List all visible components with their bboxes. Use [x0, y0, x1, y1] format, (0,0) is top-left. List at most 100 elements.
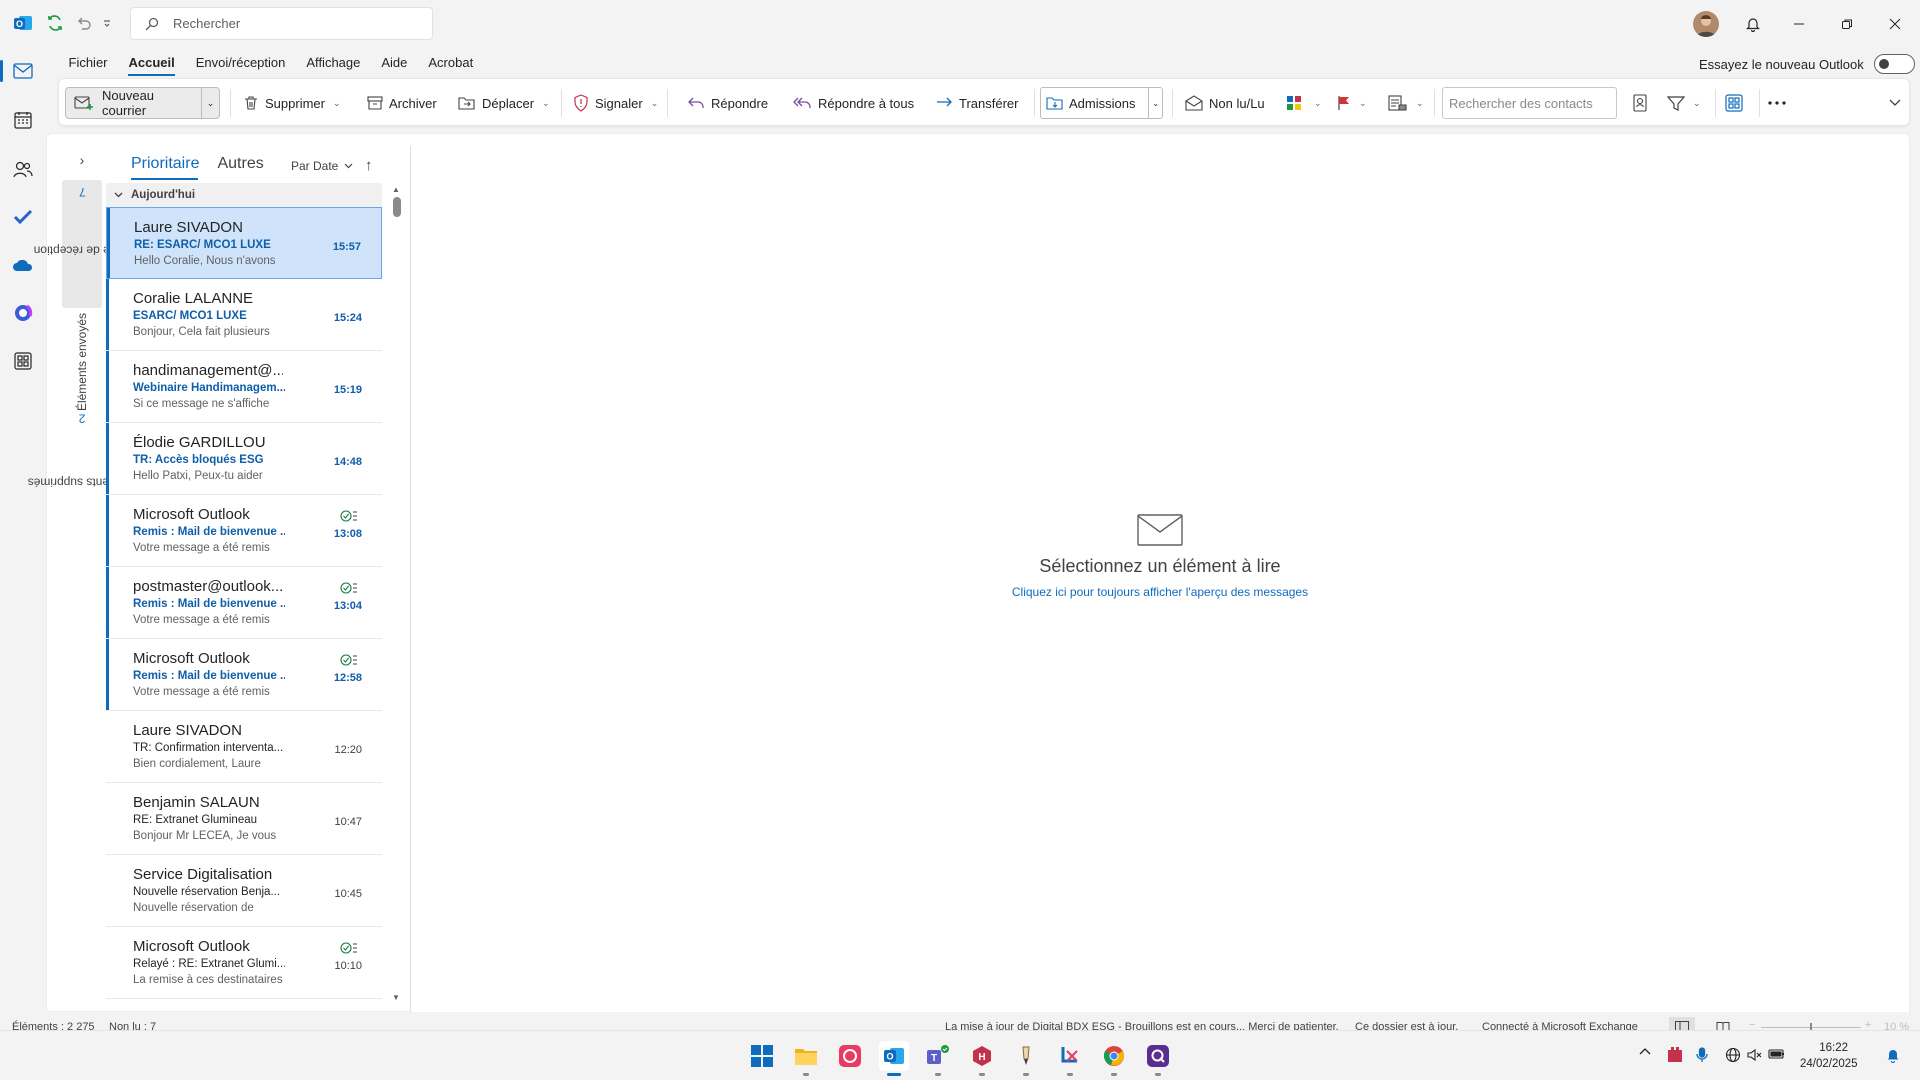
show-hidden-icons[interactable] — [1639, 1047, 1651, 1055]
menu-acrobat[interactable]: Acrobat — [418, 48, 484, 78]
message-sender: Laure SIVADON — [133, 722, 242, 739]
calendar-icon[interactable] — [11, 108, 35, 132]
archive-button[interactable]: Archiver — [367, 87, 437, 119]
close-button[interactable] — [1881, 10, 1909, 38]
chrome-icon[interactable] — [1099, 1041, 1129, 1076]
group-header-today[interactable]: Aujourd'hui — [106, 183, 382, 207]
file-explorer-icon[interactable] — [791, 1041, 821, 1076]
filter-icon — [1667, 95, 1685, 111]
copilot-icon[interactable] — [11, 301, 35, 325]
message-item[interactable]: Microsoft Outlook Remis : Mail de bienven… — [106, 495, 382, 567]
app-q-icon[interactable] — [1143, 1041, 1173, 1076]
menu-fichier[interactable]: Fichier — [58, 48, 118, 78]
sync-icon[interactable] — [43, 11, 67, 35]
teams-icon[interactable]: T — [923, 1041, 953, 1076]
rules-button[interactable]: ⌄ — [1388, 87, 1424, 119]
battery-icon[interactable] — [1768, 1047, 1786, 1061]
folder-sent[interactable]: Éléments envoyés — [62, 312, 102, 412]
hub-app-icon[interactable]: H — [967, 1041, 997, 1076]
report-button[interactable]: Signaler ⌄ — [573, 87, 658, 119]
menu-aide[interactable]: Aide — [371, 48, 418, 78]
flag-button[interactable]: ⌄ — [1337, 87, 1367, 119]
people-icon[interactable] — [11, 157, 35, 181]
message-item[interactable]: Service Digitalisation Nouvelle réservati… — [106, 855, 382, 927]
menu-accueil[interactable]: Accueil — [118, 48, 185, 78]
collapse-ribbon-button[interactable] — [1889, 87, 1901, 119]
contact-search-input[interactable] — [1442, 87, 1617, 119]
reply-button[interactable]: Répondre — [687, 87, 768, 119]
scroll-up-icon[interactable]: ▲ — [392, 185, 400, 194]
message-item[interactable]: Microsoft Outlook Remis : Mail de bienven… — [106, 639, 382, 711]
bell-icon[interactable] — [1739, 10, 1767, 38]
delivery-receipt-icon — [340, 581, 358, 595]
folder-deleted[interactable]: Éléments supprimés 2 — [28, 411, 137, 536]
snipping-tool-icon[interactable] — [1055, 1041, 1085, 1076]
scrollbar-thumb[interactable] — [393, 197, 401, 217]
try-new-outlook-toggle[interactable] — [1873, 54, 1915, 74]
message-item[interactable]: handimanagement@... Webinaire Handimanage… — [106, 351, 382, 423]
trash-icon — [243, 95, 259, 111]
scroll-down-icon[interactable]: ▼ — [392, 993, 400, 1002]
unread-read-button[interactable]: Non lu/Lu — [1185, 87, 1265, 119]
always-show-preview-link[interactable]: Cliquez ici pour toujours afficher l'ape… — [411, 585, 1909, 599]
message-item[interactable]: Benjamin SALAUN RE: Extranet Glumineau Bon… — [106, 783, 382, 855]
new-mail-dropdown[interactable]: ⌄ — [201, 88, 219, 118]
divider — [230, 89, 231, 117]
address-book-button[interactable] — [1632, 87, 1648, 119]
apps-icon[interactable] — [11, 349, 35, 373]
quick-access-dropdown-icon[interactable] — [100, 11, 114, 35]
minimize-button[interactable] — [1785, 10, 1813, 38]
apps-button[interactable] — [1725, 87, 1743, 119]
message-item[interactable]: Laure SIVADON TR: Confirmation interventa… — [106, 711, 382, 783]
app-tray-icon[interactable] — [1667, 1047, 1683, 1063]
undo-icon[interactable] — [72, 11, 96, 35]
message-item[interactable]: postmaster@outlook... Remis : Mail de bie… — [106, 567, 382, 639]
move-button[interactable]: Déplacer ⌄ — [458, 87, 550, 119]
windows-start-icon[interactable] — [747, 1041, 777, 1071]
quick-steps-selector[interactable]: Admissions ⌄ — [1040, 87, 1163, 119]
message-sender: Coralie LALANNE — [133, 290, 254, 307]
message-item[interactable]: Laure SIVADON RE: ESARC/ MCO1 LUXE Hello C… — [106, 207, 382, 279]
categorize-button[interactable]: ⌄ — [1286, 87, 1322, 119]
reply-all-icon — [792, 95, 812, 111]
more-options-button[interactable] — [1767, 87, 1787, 119]
message-item[interactable]: Microsoft Outlook Relayé : RE: Extranet G… — [106, 927, 382, 999]
restore-button[interactable] — [1833, 10, 1861, 38]
pen-tool-icon[interactable] — [1011, 1041, 1041, 1076]
clock[interactable]: 16:22 24/02/2025 — [1800, 1040, 1858, 1072]
new-mail-main[interactable]: Nouveau courrier — [66, 88, 201, 118]
microphone-icon[interactable] — [1696, 1047, 1708, 1063]
categorize-icon — [1286, 95, 1306, 111]
delivery-receipt-icon — [340, 653, 358, 667]
onedrive-icon[interactable] — [11, 253, 35, 277]
more-icon — [1767, 100, 1787, 106]
notification-bell-icon[interactable] — [1886, 1047, 1900, 1063]
network-icon[interactable] — [1725, 1047, 1741, 1063]
search-box[interactable]: Rechercher — [130, 7, 433, 40]
outlook-taskbar-icon[interactable]: O — [879, 1041, 909, 1076]
filter-button[interactable]: ⌄ — [1667, 87, 1701, 119]
todo-icon[interactable] — [11, 205, 35, 229]
mail-icon[interactable] — [11, 59, 35, 83]
quick-steps-dropdown[interactable]: ⌄ — [1148, 88, 1162, 118]
new-mail-button[interactable]: Nouveau courrier ⌄ — [65, 87, 220, 119]
menu-affichage[interactable]: Affichage — [296, 48, 371, 78]
sort-selector[interactable]: Par Date — [291, 159, 353, 173]
message-list-scrollbar[interactable]: ▲ ▼ — [391, 183, 403, 1003]
sort-direction-icon[interactable]: ↑ — [365, 157, 373, 174]
tab-autres[interactable]: Autres — [217, 155, 263, 175]
volume-muted-icon[interactable] — [1746, 1047, 1762, 1063]
delete-button[interactable]: Supprimer ⌄ — [243, 87, 341, 119]
rules-icon — [1388, 95, 1408, 111]
forward-button[interactable]: Transférer — [935, 87, 1018, 119]
tab-prioritaire[interactable]: Prioritaire — [131, 155, 199, 175]
creative-cloud-icon[interactable] — [835, 1041, 865, 1071]
folder-inbox[interactable]: Boîte de réception 7 — [33, 180, 131, 308]
message-item[interactable]: Coralie LALANNE ESARC/ MCO1 LUXE Bonjour, … — [106, 279, 382, 351]
message-item[interactable]: Élodie GARDILLOU TR: Accès bloqués ESG Hel… — [106, 423, 382, 495]
expand-folder-pane-icon[interactable]: › — [74, 152, 90, 168]
menu-envoi-reception[interactable]: Envoi/réception — [185, 48, 296, 78]
avatar[interactable] — [1693, 11, 1719, 37]
reply-all-button[interactable]: Répondre à tous — [792, 87, 914, 119]
quick-steps-main[interactable]: Admissions — [1041, 95, 1148, 111]
